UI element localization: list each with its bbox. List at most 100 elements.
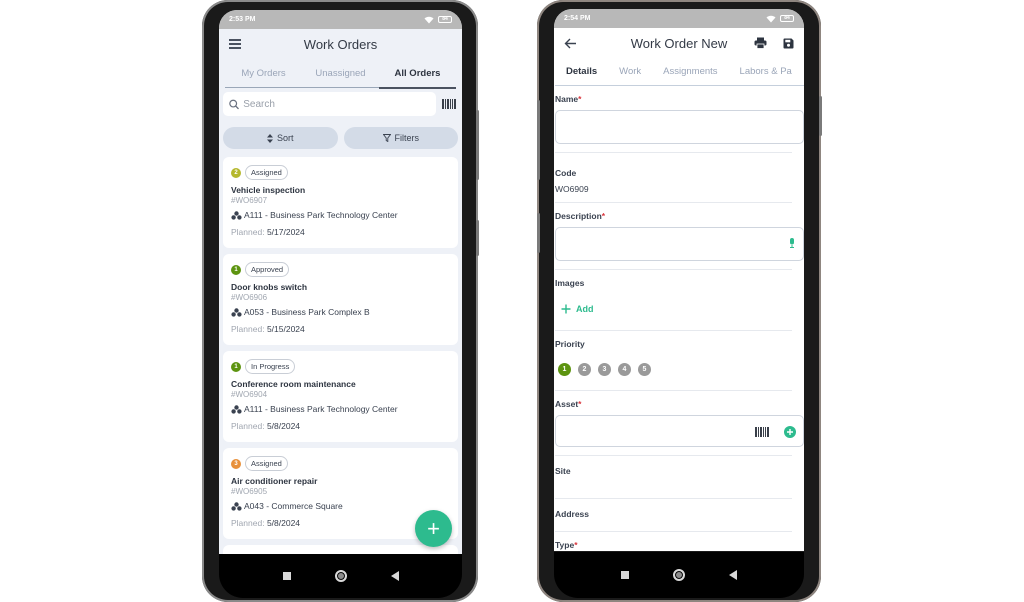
home-button[interactable]: [673, 569, 685, 581]
asset-icon: [231, 501, 242, 511]
page-title: Work Orders: [303, 36, 378, 52]
app-header: Work Orders: [219, 29, 462, 59]
app-header: Work Order New: [554, 28, 804, 58]
asset-label: Asset: [555, 399, 579, 409]
status-bar: 2:53 PM 84: [219, 10, 462, 29]
work-order-title: Vehicle inspection: [231, 185, 306, 195]
status-badge: Assigned: [245, 456, 288, 471]
recents-button[interactable]: [621, 571, 629, 579]
site-label: Site: [555, 466, 571, 476]
android-nav-bar: [219, 554, 462, 598]
asset-input[interactable]: [555, 415, 804, 447]
sort-button[interactable]: Sort: [223, 127, 338, 149]
phone-side-button: [476, 220, 479, 256]
barcode-icon[interactable]: [442, 99, 456, 109]
description-input[interactable]: [555, 227, 804, 261]
add-image-button[interactable]: Add: [555, 304, 792, 314]
work-order-card[interactable]: 1 Approved Door knobs switch #WO6906 A05…: [223, 254, 458, 345]
work-order-card[interactable]: 2 Assigned Vehicle inspection #WO6907 A1…: [223, 157, 458, 248]
work-order-list: 2 Assigned Vehicle inspection #WO6907 A1…: [223, 157, 458, 557]
address-label: Address: [555, 509, 590, 519]
work-order-code: WO6905: [235, 487, 268, 496]
barcode-icon[interactable]: [755, 427, 769, 437]
planned-label: Planned:: [231, 518, 265, 528]
status-badge: Assigned: [245, 165, 288, 180]
printer-icon[interactable]: [754, 37, 767, 49]
work-order-title: Door knobs switch: [231, 282, 308, 292]
priority-option-3[interactable]: 3: [598, 363, 611, 376]
filters-label: Filters: [394, 133, 420, 143]
priority-badge: 1: [231, 361, 241, 372]
planned-label: Planned:: [231, 324, 265, 334]
work-order-card[interactable]: 1 In Progress Conference room maintenanc…: [223, 351, 458, 442]
work-order-code: WO6904: [235, 390, 268, 399]
hamburger-icon[interactable]: [229, 39, 241, 49]
search-row: [223, 92, 458, 116]
status-badge: Approved: [245, 262, 290, 277]
sort-icon: [266, 133, 273, 143]
phone-side-button: [537, 100, 540, 180]
required-marker: *: [578, 94, 582, 104]
arrow-left-icon[interactable]: [564, 38, 577, 49]
add-image-label: Add: [576, 304, 594, 314]
microphone-icon[interactable]: [789, 238, 795, 248]
tab-work[interactable]: Work: [608, 58, 652, 85]
asset-icon: [231, 210, 242, 220]
filter-icon: [382, 134, 391, 142]
screen: 2:53 PM 84 Work Orders My Orders Unassig…: [219, 10, 462, 557]
priority-option-1[interactable]: 1: [558, 363, 571, 376]
sort-label: Sort: [276, 133, 294, 143]
required-marker: *: [578, 399, 582, 409]
field-asset: Asset*: [555, 391, 804, 456]
status-badge: In Progress: [245, 359, 296, 374]
tab-unassigned[interactable]: Unassigned: [302, 59, 379, 87]
work-order-title: Conference room maintenance: [231, 379, 356, 389]
tab-all-orders[interactable]: All Orders: [379, 59, 456, 89]
add-circle-icon[interactable]: [784, 426, 796, 438]
tab-details[interactable]: Details: [555, 58, 609, 85]
field-code: Code WO6909: [555, 153, 792, 203]
wifi-icon: [424, 16, 434, 23]
field-name: Name*: [555, 86, 804, 153]
priority-option-2[interactable]: 2: [578, 363, 591, 376]
android-nav-bar: [554, 552, 804, 598]
type-label: Type: [555, 540, 575, 550]
search-icon: [229, 99, 239, 109]
search-input[interactable]: [243, 98, 436, 110]
wifi-icon: [766, 15, 776, 22]
battery-icon: 84: [780, 15, 794, 22]
recents-button[interactable]: [282, 572, 291, 580]
name-input[interactable]: [555, 110, 804, 144]
priority-label: Priority: [555, 339, 585, 349]
status-time: 2:54 PM: [564, 15, 591, 22]
status-bar: 2:54 PM 84: [554, 9, 804, 28]
field-site: Site: [555, 456, 792, 499]
search-box: [223, 92, 436, 116]
asset-name: A111 - Business Park Technology Center: [244, 210, 398, 220]
work-order-title: Air conditioner repair: [231, 476, 318, 486]
phone-work-order-new: 2:54 PM 84 Work Order New Details Work A…: [537, 0, 822, 602]
battery-icon: 84: [438, 16, 452, 23]
home-button[interactable]: [334, 570, 347, 582]
save-icon[interactable]: [783, 38, 794, 49]
back-button[interactable]: [390, 571, 399, 581]
priority-option-5[interactable]: 5: [638, 363, 651, 376]
field-address: Address: [555, 499, 792, 532]
work-order-code: WO6906: [235, 293, 268, 302]
field-description: Description*: [555, 203, 804, 270]
back-button[interactable]: [729, 570, 737, 580]
required-marker: *: [574, 540, 578, 550]
planned-label: Planned:: [231, 421, 265, 431]
priority-badge: 1: [231, 264, 241, 275]
tab-my-orders[interactable]: My Orders: [225, 59, 302, 87]
tab-assignments[interactable]: Assignments: [652, 58, 728, 85]
tab-labors-parts[interactable]: Labors & Pa: [729, 58, 803, 85]
planned-date: 5/8/2024: [266, 421, 301, 431]
images-label: Images: [555, 278, 585, 288]
filters-button[interactable]: Filters: [343, 127, 458, 149]
add-work-order-button[interactable]: +: [415, 510, 452, 547]
asset-icon: [231, 307, 242, 317]
planned-date: 5/17/2024: [266, 227, 305, 237]
priority-option-4[interactable]: 4: [618, 363, 631, 376]
status-time: 2:53 PM: [229, 16, 256, 23]
